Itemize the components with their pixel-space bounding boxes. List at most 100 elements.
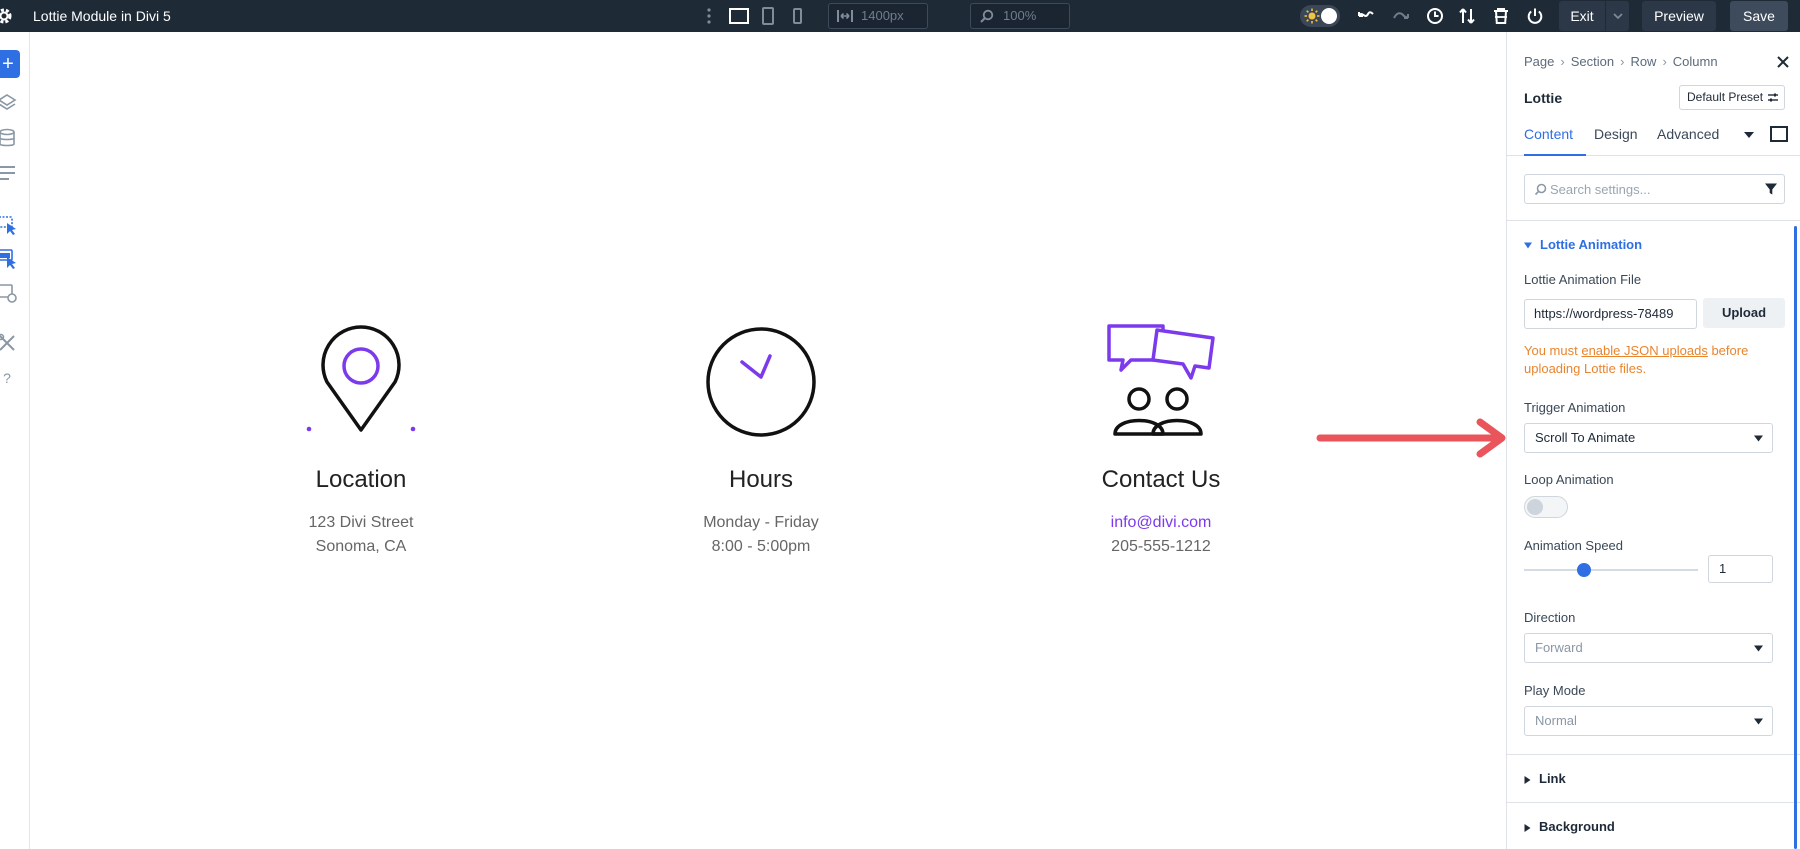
close-icon[interactable] [1776, 55, 1790, 69]
lottie-file-url-input[interactable]: https://wordpress-78489 [1524, 299, 1697, 329]
svg-text:?: ? [3, 370, 11, 386]
settings-tabs: Content Design Advanced [1507, 124, 1800, 156]
exit-dropdown-button[interactable] [1605, 1, 1629, 31]
theme-toggle-knob [1321, 8, 1337, 24]
search-input[interactable] [1550, 176, 1750, 202]
breadcrumb-column[interactable]: Column [1673, 54, 1718, 69]
save-button[interactable]: Save [1730, 1, 1788, 31]
link-section-toggle[interactable]: Link [1524, 771, 1566, 786]
json-upload-warning: You must enable JSON uploads before uplo… [1524, 342, 1786, 378]
warning-prefix: You must [1524, 343, 1582, 358]
multi-select-icon[interactable] [0, 248, 18, 270]
tablet-view-icon[interactable] [757, 6, 779, 26]
slider-thumb[interactable] [1576, 563, 1591, 577]
upload-button[interactable]: Upload [1703, 298, 1785, 328]
top-bar: Lottie Module in Divi 5 1400px 100% Exit… [0, 0, 1800, 32]
builder-canvas[interactable]: Location 123 Divi Street Sonoma, CA Hour… [31, 32, 1532, 849]
zoom-value: 100% [1003, 8, 1037, 23]
zoom-field[interactable]: 100% [970, 3, 1070, 29]
loop-label: Loop Animation [1524, 472, 1614, 487]
breadcrumb-separator: › [1620, 54, 1625, 69]
preset-label: Default Preset [1687, 90, 1764, 104]
enable-json-uploads-link[interactable]: enable JSON uploads [1581, 343, 1707, 358]
theme-toggle[interactable] [1300, 5, 1340, 27]
help-icon[interactable]: ? [0, 367, 18, 389]
triangle-down-icon [1524, 242, 1532, 249]
settings-search [1524, 174, 1785, 204]
panel-divider [1507, 802, 1800, 803]
panel-scrollbar[interactable] [1794, 226, 1797, 849]
trigger-animation-select[interactable]: Scroll To Animate [1524, 423, 1773, 453]
settings-panel: Page › Section › Row › Column Lottie Default P… [1506, 32, 1800, 849]
list-layout-icon[interactable] [0, 162, 18, 184]
tab-design[interactable]: Design [1594, 124, 1638, 156]
gear-icon[interactable] [0, 6, 14, 26]
hours-times: 8:00 - 5:00pm [711, 538, 811, 555]
panel-divider [1507, 220, 1800, 221]
clock-icon [706, 327, 816, 437]
sort-arrows-icon[interactable] [1457, 6, 1477, 26]
trash-icon[interactable] [1491, 6, 1511, 26]
breadcrumb-page[interactable]: Page [1524, 54, 1554, 69]
layers-icon[interactable] [0, 92, 18, 114]
location-street: 123 Divi Street [308, 514, 414, 531]
caret-down-icon[interactable] [1744, 131, 1754, 139]
redo-icon[interactable] [1391, 6, 1411, 26]
animation-speed-input[interactable]: 1 [1708, 555, 1773, 583]
search-icon [980, 9, 994, 23]
left-toolbar: + ? [0, 32, 30, 849]
module-title: Lottie [1524, 90, 1563, 106]
width-arrows-icon [837, 10, 853, 22]
breadcrumb: Page › Section › Row › Column [1524, 54, 1718, 69]
preset-selector-button[interactable]: Default Preset [1679, 85, 1785, 110]
play-mode-select[interactable]: Normal [1524, 706, 1773, 736]
contact-heading: Contact Us [1101, 466, 1221, 493]
phone-view-icon[interactable] [786, 6, 808, 26]
panel-mode-icon[interactable] [1770, 126, 1788, 142]
contact-email-link[interactable]: info@divi.com [1031, 514, 1291, 532]
canvas-width-value: 1400px [861, 8, 904, 23]
triangle-right-icon [1524, 823, 1531, 832]
power-icon[interactable] [1525, 6, 1545, 26]
panel-divider [1507, 754, 1800, 755]
caret-down-icon [1754, 645, 1763, 652]
select-cursor-icon[interactable] [0, 214, 18, 236]
preview-button[interactable]: Preview [1642, 1, 1716, 31]
slider-track [1524, 569, 1698, 571]
breadcrumb-row[interactable]: Row [1630, 54, 1656, 69]
page-settings-icon[interactable] [0, 282, 18, 304]
contact-phone: 205-555-1212 [1111, 538, 1211, 555]
tab-advanced[interactable]: Advanced [1657, 124, 1719, 156]
more-options-icon[interactable] [706, 7, 712, 25]
direction-label: Direction [1524, 610, 1576, 625]
chat-people-icon [1107, 324, 1215, 436]
background-section-toggle[interactable]: Background [1524, 819, 1615, 834]
canvas-width-field[interactable]: 1400px [828, 3, 928, 29]
toggle-knob [1527, 499, 1543, 515]
exit-button[interactable]: Exit [1559, 1, 1605, 31]
page-title: Lottie Module in Divi 5 [33, 8, 171, 24]
file-label: Lottie Animation File [1524, 272, 1642, 287]
trigger-value: Scroll To Animate [1535, 430, 1636, 445]
undo-icon[interactable] [1356, 6, 1376, 26]
tab-content[interactable]: Content [1524, 124, 1586, 156]
loop-animation-toggle[interactable] [1524, 496, 1568, 518]
location-city: Sonoma, CA [315, 538, 407, 555]
tools-icon[interactable] [0, 332, 18, 354]
breadcrumb-section[interactable]: Section [1571, 54, 1614, 69]
lottie-animation-section-toggle[interactable]: Lottie Animation [1524, 237, 1642, 252]
playmode-label: Play Mode [1524, 683, 1586, 698]
triangle-right-icon [1524, 775, 1531, 784]
background-section-title: Background [1539, 819, 1615, 834]
database-icon[interactable] [0, 127, 18, 149]
caret-down-icon [1613, 13, 1623, 20]
history-icon[interactable] [1425, 6, 1445, 26]
direction-select[interactable]: Forward [1524, 633, 1773, 663]
desktop-view-icon[interactable] [728, 6, 750, 26]
filter-icon[interactable] [1765, 183, 1777, 195]
section-title: Lottie Animation [1540, 237, 1643, 252]
animation-speed-slider[interactable] [1524, 562, 1698, 578]
map-pin-icon [306, 325, 416, 432]
add-module-button[interactable]: + [0, 50, 20, 78]
speed-label: Animation Speed [1524, 538, 1624, 553]
